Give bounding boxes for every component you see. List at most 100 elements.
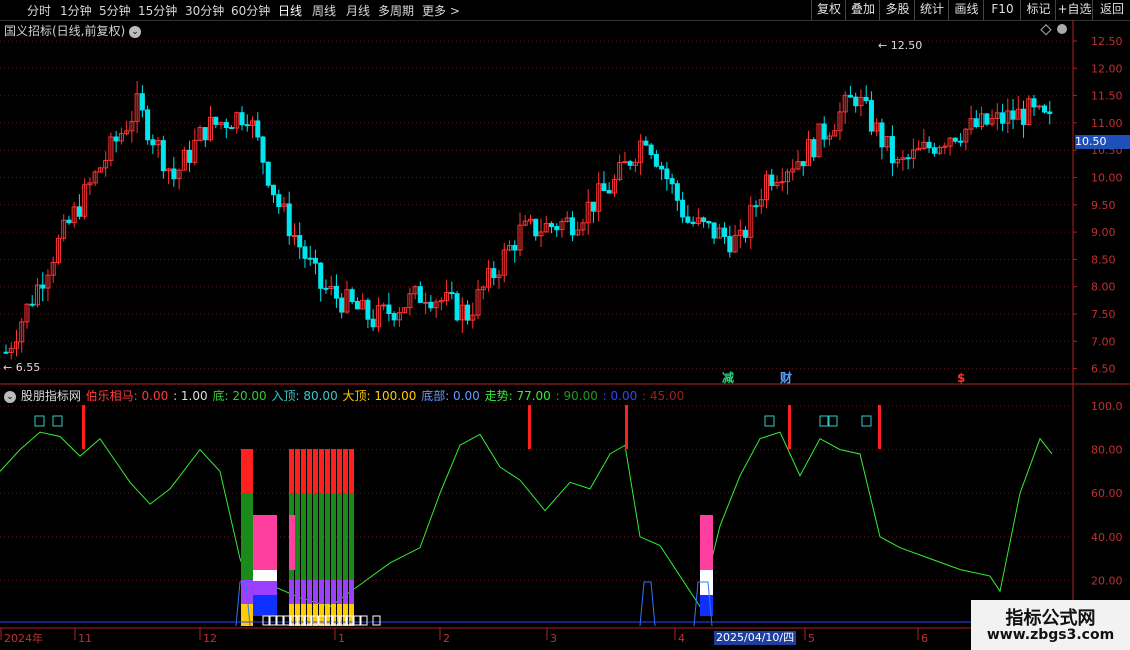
candle-body	[706, 221, 712, 224]
candle-body	[727, 236, 733, 253]
price-tick-label: 12.50	[1091, 35, 1123, 48]
indicator-bar	[700, 515, 713, 570]
indicator-bar	[307, 515, 312, 580]
indicator-param-2: 底: 20.00	[208, 389, 267, 403]
price-tick-label: 10.00	[1091, 172, 1123, 185]
watermark-logo: 指标公式网 www.zbgs3.com	[971, 600, 1130, 650]
candle-body	[302, 246, 308, 259]
candle-body	[811, 139, 817, 158]
candle-body	[743, 229, 749, 238]
indicator-name[interactable]: 股朋指标网	[21, 389, 81, 403]
candle-body	[847, 94, 853, 98]
indicator-bar	[295, 515, 300, 580]
high-price-label: ← 12.50	[878, 39, 922, 52]
indicator-bar	[301, 580, 306, 604]
indicator-tick-label: 20.00	[1091, 574, 1123, 587]
time-label: 2	[443, 632, 450, 645]
price-tick-label: 7.00	[1091, 335, 1116, 348]
candle-body	[255, 120, 261, 138]
chart-canvas: 12.50 12.00 11.50 11.00 10.50 10.00 9.50 9.00 8.…	[0, 20, 1130, 650]
candle-body	[423, 301, 429, 304]
candle-body	[931, 147, 937, 154]
price-tick-label: 8.00	[1091, 281, 1116, 294]
indicator-bar	[313, 515, 318, 580]
indicator-param-9: : 45.00	[638, 389, 685, 403]
indicator-bar	[343, 493, 348, 515]
candle-body	[270, 184, 276, 196]
indicator-param-1: : 1.00	[169, 389, 208, 403]
chevron-down-icon[interactable]: ⌄	[4, 390, 16, 403]
candle-body	[590, 201, 596, 212]
candle-body	[370, 318, 376, 328]
indicator-bar	[301, 493, 306, 515]
indicator-bar	[241, 449, 247, 493]
candle-body	[202, 127, 208, 141]
candle-body	[66, 219, 72, 224]
cursor-date: 2025/04/10/四	[714, 631, 797, 645]
indicator-bar	[313, 493, 318, 515]
candle-body	[779, 181, 785, 184]
low-price-label: ← 6.55	[3, 361, 40, 374]
indicator-bar	[247, 515, 253, 580]
candle-body	[569, 217, 575, 236]
candle-body	[244, 124, 250, 127]
indicator-bar	[253, 570, 277, 581]
candle-body	[381, 304, 387, 307]
indicator-bar	[343, 449, 348, 493]
indicator-bar	[253, 595, 277, 616]
candle-body	[664, 168, 670, 180]
candle-body	[606, 190, 612, 194]
indicator-bar	[319, 580, 324, 604]
candle-body	[669, 178, 675, 185]
candle-body	[312, 257, 318, 264]
indicator-bar	[247, 493, 253, 515]
price-tick-label: 6.50	[1091, 363, 1116, 376]
indicator-tick-label: 40.00	[1091, 531, 1123, 544]
indicator-tick-label: 80.00	[1091, 444, 1123, 457]
indicator-tick-label: 60.00	[1091, 487, 1123, 500]
bottom-box	[353, 615, 361, 626]
indicator-bar	[301, 515, 306, 580]
candle-body	[643, 140, 649, 146]
candle-body	[627, 161, 633, 166]
candle-body	[554, 226, 560, 231]
indicator-param-0: 伯乐相马: 0.00	[85, 389, 169, 403]
current-price-tag: 10.50	[1075, 135, 1130, 149]
candle-body	[601, 183, 607, 192]
indicator-bar	[301, 449, 306, 493]
candle-body	[926, 141, 932, 149]
candle-body	[1000, 112, 1006, 124]
candle-body	[533, 218, 539, 237]
candle-body	[690, 221, 696, 224]
indicator-bar	[349, 449, 354, 493]
top-signal	[878, 405, 881, 449]
indicator-param-3: 入顶: 80.00	[267, 389, 338, 403]
price-tick-label: 7.50	[1091, 308, 1116, 321]
indicator-param-8: : 0.00	[598, 389, 638, 403]
candle-body	[391, 313, 397, 321]
diamond-icon	[1040, 24, 1052, 36]
event-marker: 财	[779, 370, 792, 385]
indicator-bar	[307, 493, 312, 515]
top-signal	[528, 405, 531, 449]
candle-body	[449, 292, 455, 295]
candle-body	[307, 257, 313, 260]
indicator-bar	[331, 493, 336, 515]
indicator-bar	[289, 449, 294, 493]
candle-body	[139, 93, 145, 111]
price-tick-label: 11.50	[1091, 90, 1123, 103]
candle-body	[722, 227, 728, 238]
candle-body	[454, 293, 460, 321]
indicator-bar	[247, 449, 253, 493]
time-label: 3	[550, 632, 557, 645]
candle-body	[260, 136, 266, 163]
candle-body	[3, 351, 9, 354]
indicator-bar	[337, 449, 342, 493]
candle-body	[40, 284, 46, 289]
indicator-bar	[307, 580, 312, 604]
indicator-bar	[319, 515, 324, 580]
candle-body	[889, 136, 895, 164]
signal-box	[764, 415, 775, 427]
indicator-bar	[295, 449, 300, 493]
candle-body	[1021, 108, 1027, 125]
